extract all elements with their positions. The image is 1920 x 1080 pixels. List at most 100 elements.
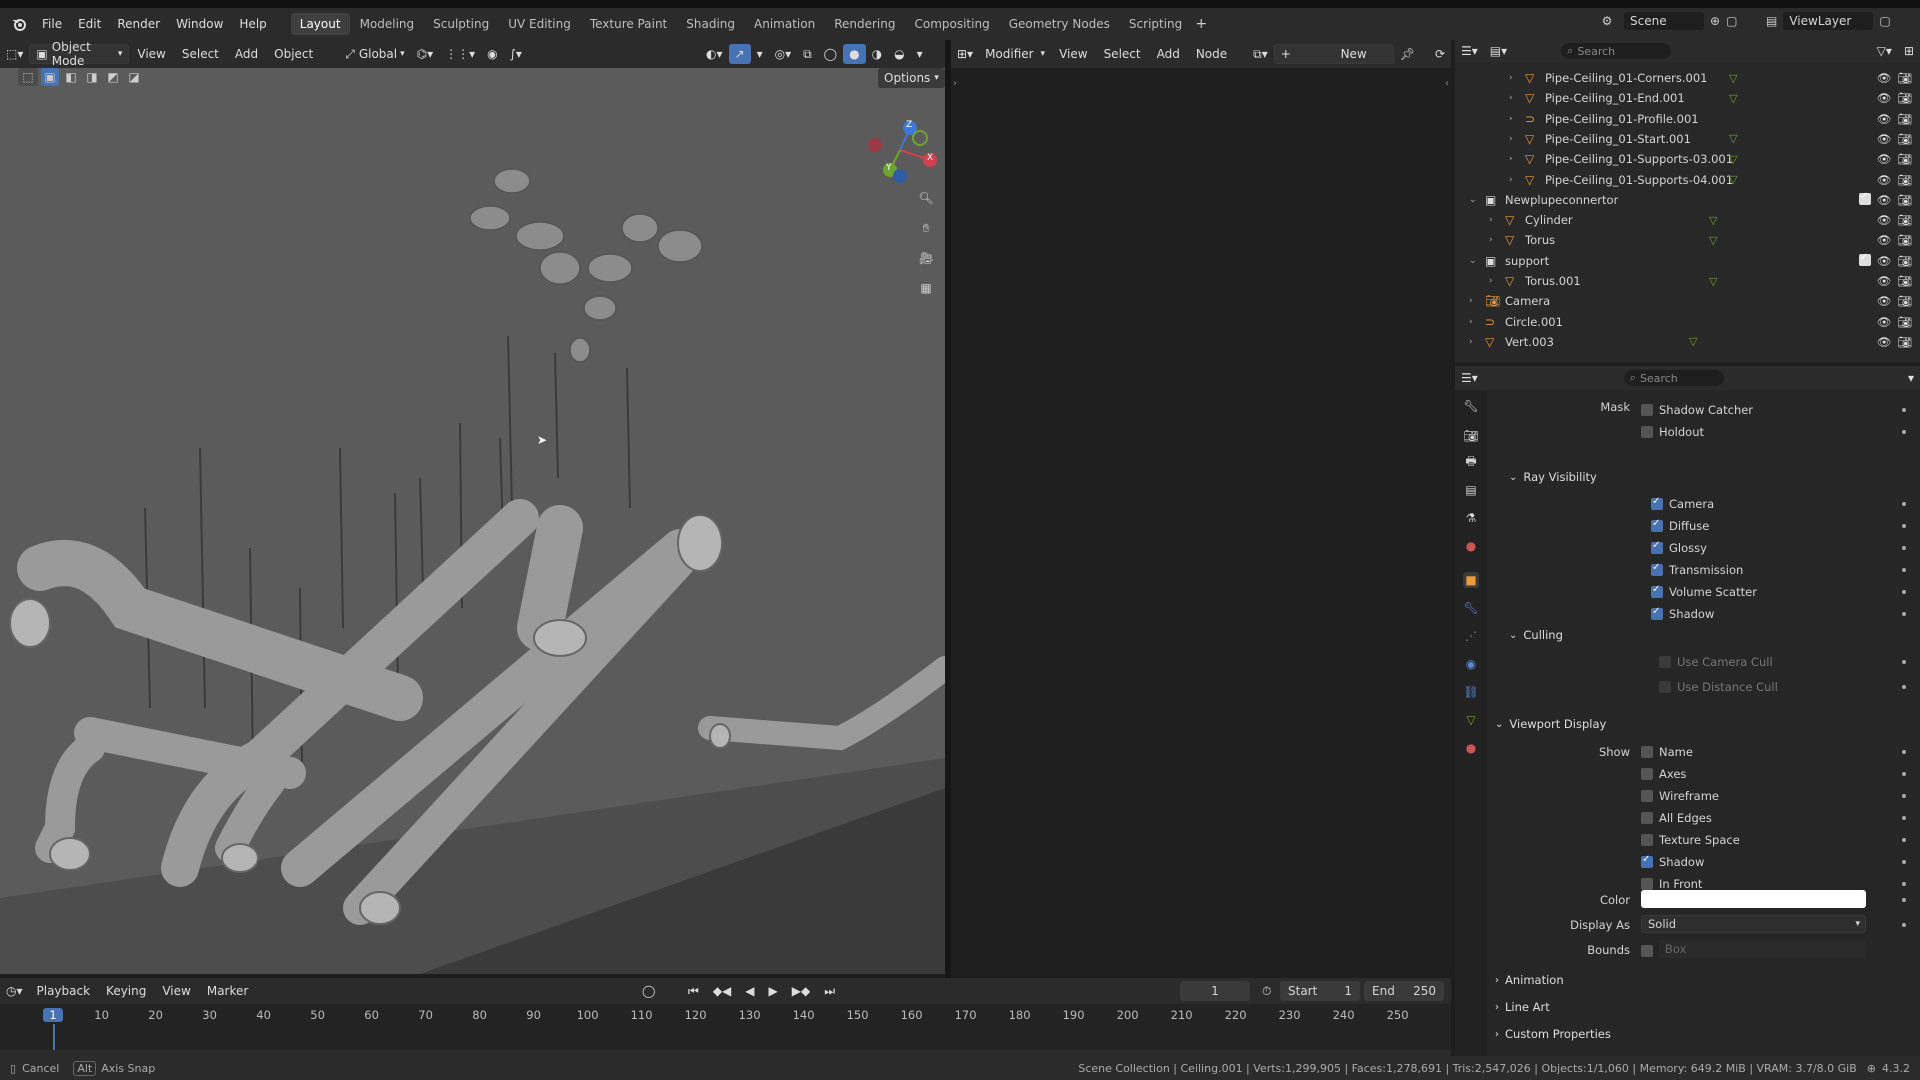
checkbox[interactable] xyxy=(1651,540,1663,554)
gizmo-dropdown-icon[interactable]: ▾ xyxy=(751,44,769,64)
checkbox-row[interactable]: Shadow Catcher xyxy=(1641,400,1753,420)
eye-icon[interactable]: 👁︎ xyxy=(1877,152,1892,166)
mode-dropdown[interactable]: ▣ Object Mode ▾ xyxy=(29,40,130,68)
object-tab-icon[interactable]: ■ xyxy=(1463,572,1479,588)
node-editor-type-button[interactable]: ⊞▾ xyxy=(951,44,979,64)
checkbox[interactable] xyxy=(1641,834,1653,846)
outliner-row[interactable]: › ▽ Cylinder ▽ 👁︎ 📷︎ xyxy=(1455,210,1920,230)
keyframe-dot[interactable] xyxy=(1902,816,1906,820)
eye-icon[interactable]: 👁︎ xyxy=(1877,213,1892,227)
viewport-menu-object[interactable]: Object xyxy=(266,44,321,64)
mesh-data-icon[interactable]: ▽ xyxy=(1709,234,1717,247)
checkbox[interactable] xyxy=(1641,746,1653,758)
outliner-row[interactable]: › ▽ Vert.003 ▽ 👁︎ 📷︎ xyxy=(1455,332,1920,352)
collapse-chevron-icon[interactable]: › xyxy=(1469,317,1473,327)
sync-icon[interactable]: ⟳ xyxy=(1429,44,1451,64)
eye-icon[interactable]: 👁︎ xyxy=(1877,254,1892,268)
outliner-row[interactable]: ⌄ ▣ Newplupeconnertor 👁︎ 📷︎ xyxy=(1455,190,1920,210)
blender-logo-icon[interactable] xyxy=(4,17,34,31)
collapse-chevron-icon[interactable]: › xyxy=(1509,154,1513,164)
menu-window[interactable]: Window xyxy=(168,17,231,31)
render-camera-icon[interactable]: 📷︎ xyxy=(1897,71,1912,85)
keyframe-dot[interactable] xyxy=(1902,660,1906,664)
menu-render[interactable]: Render xyxy=(109,17,168,31)
viewport-menu-view[interactable]: View xyxy=(129,44,173,64)
keyframe-dot[interactable] xyxy=(1902,546,1906,550)
keyframe-dot[interactable] xyxy=(1902,568,1906,572)
visibility-icon[interactable]: ◐▾ xyxy=(700,44,729,64)
render-camera-icon[interactable]: 📷︎ xyxy=(1897,112,1912,126)
properties-options-icon[interactable]: ▾ xyxy=(1902,368,1920,388)
checkbox[interactable] xyxy=(1659,681,1671,693)
render-camera-icon[interactable]: 📷︎ xyxy=(1897,233,1912,247)
next-keyframe-icon[interactable]: ▶◆ xyxy=(786,981,816,1001)
frame-ruler[interactable]: 1 10 20 30 40 50 60 70 80 90 100 110 120 130 140 150 160… xyxy=(0,1004,1451,1050)
mesh-data-icon[interactable]: ▽ xyxy=(1729,92,1737,105)
keyframe-dot[interactable] xyxy=(1902,882,1906,886)
checkbox[interactable] xyxy=(1651,606,1663,620)
modifier-type-dropdown[interactable]: Modifier ▾ xyxy=(979,44,1051,64)
proportional-edit-icon[interactable]: ◉ xyxy=(481,44,503,64)
mesh-data-icon[interactable]: ▽ xyxy=(1729,132,1737,145)
new-collection-icon[interactable]: ⊞ xyxy=(1898,41,1920,61)
workspace-tab-compositing[interactable]: Compositing xyxy=(905,13,998,35)
checkbox-row[interactable]: Transmission xyxy=(1651,560,1743,580)
timeline-menu-keying[interactable]: Keying xyxy=(98,981,154,1001)
eye-icon[interactable]: 👁︎ xyxy=(1877,294,1892,308)
checkbox-row[interactable]: Name xyxy=(1641,742,1693,762)
keyframe-dot[interactable] xyxy=(1902,923,1906,927)
end-frame-field[interactable]: End 250 xyxy=(1364,981,1444,1001)
collapse-chevron-icon[interactable]: › xyxy=(1509,134,1513,144)
checkbox-row[interactable]: Wireframe xyxy=(1641,786,1719,806)
render-camera-icon[interactable]: 📷︎ xyxy=(1897,294,1912,308)
tool-tab-icon[interactable]: 🔧︎ xyxy=(1463,398,1479,414)
outliner-row[interactable]: › ▽ Torus ▽ 👁︎ 📷︎ xyxy=(1455,230,1920,250)
pan-hand-icon[interactable]: ✋︎ xyxy=(914,216,938,240)
color-swatch[interactable] xyxy=(1641,890,1866,908)
eye-icon[interactable]: 👁︎ xyxy=(1877,274,1892,288)
navigation-gizmo[interactable]: Z X Y xyxy=(860,108,940,188)
keyframe-dot[interactable] xyxy=(1902,838,1906,842)
section-header-collapsed[interactable]: › Line Art xyxy=(1495,1000,1550,1014)
editor-type-button[interactable]: ⬚▾ xyxy=(0,44,29,64)
shading-dropdown-icon[interactable]: ▾ xyxy=(911,44,929,64)
keyframe-dot[interactable] xyxy=(1902,524,1906,528)
material-shading-icon[interactable]: ◑ xyxy=(866,44,888,64)
start-frame-field[interactable]: Start 1 xyxy=(1280,981,1360,1001)
menu-file[interactable]: File xyxy=(34,17,70,31)
keyframe-dot[interactable] xyxy=(1902,590,1906,594)
outliner-row[interactable]: › ▽ Pipe-Ceiling_01-Supports-04.001 ▽ 👁︎ 📷︎ xyxy=(1455,170,1920,190)
view-layer-tab-icon[interactable]: ▤ xyxy=(1463,482,1479,498)
outliner-row[interactable]: › ⊃ Pipe-Ceiling_01-Profile.001 👁︎ 📷︎ xyxy=(1455,109,1920,129)
outliner-row[interactable]: › 📷︎ Camera 👁︎ 📷︎ xyxy=(1455,291,1920,311)
keyframe-dot[interactable] xyxy=(1902,750,1906,754)
checkbox-row[interactable]: All Edges xyxy=(1641,808,1712,828)
menu-edit[interactable]: Edit xyxy=(70,17,109,31)
eye-icon[interactable]: 👁︎ xyxy=(1877,71,1892,85)
menu-help[interactable]: Help xyxy=(231,17,274,31)
render-camera-icon[interactable]: 📷︎ xyxy=(1897,91,1912,105)
outliner-search[interactable]: ⌕ Search xyxy=(1561,43,1672,59)
workspace-tab-scripting[interactable]: Scripting xyxy=(1120,13,1191,35)
render-camera-icon[interactable]: 📷︎ xyxy=(1897,335,1912,349)
section-header[interactable]: ⌄ Ray Visibility xyxy=(1509,470,1597,484)
keyframe-dot[interactable] xyxy=(1902,685,1906,689)
checkbox-row[interactable]: Use Distance Cull xyxy=(1659,677,1778,697)
eye-icon[interactable]: 👁︎ xyxy=(1877,233,1892,247)
mesh-data-icon[interactable]: ▽ xyxy=(1729,153,1737,166)
rendered-shading-icon[interactable]: ◒ xyxy=(888,44,910,64)
workspace-tab-layout[interactable]: Layout xyxy=(290,13,350,35)
outliner-editor-type-icon[interactable]: ☰▾ xyxy=(1455,41,1484,61)
outliner-row[interactable]: › ▽ Pipe-Ceiling_01-Supports-03.001 ▽ 👁︎ 📷︎ xyxy=(1455,149,1920,169)
sidebar-toggle-icon[interactable]: › xyxy=(953,78,957,89)
checkbox-row[interactable]: Volume Scatter xyxy=(1651,582,1757,602)
collapse-chevron-icon[interactable]: › xyxy=(1509,73,1513,83)
eye-icon[interactable]: 👁︎ xyxy=(1877,112,1892,126)
pin-icon[interactable]: 📌︎ xyxy=(1394,44,1421,64)
checkbox-row[interactable]: Diffuse xyxy=(1651,516,1709,536)
constraints-tab-icon[interactable]: ⛓︎ xyxy=(1463,684,1479,700)
timeline-menu-marker[interactable]: Marker xyxy=(199,981,256,1001)
workspace-tab-uv-editing[interactable]: UV Editing xyxy=(499,13,580,35)
eye-icon[interactable]: 👁︎ xyxy=(1877,91,1892,105)
viewport-menu-add[interactable]: Add xyxy=(227,44,266,64)
